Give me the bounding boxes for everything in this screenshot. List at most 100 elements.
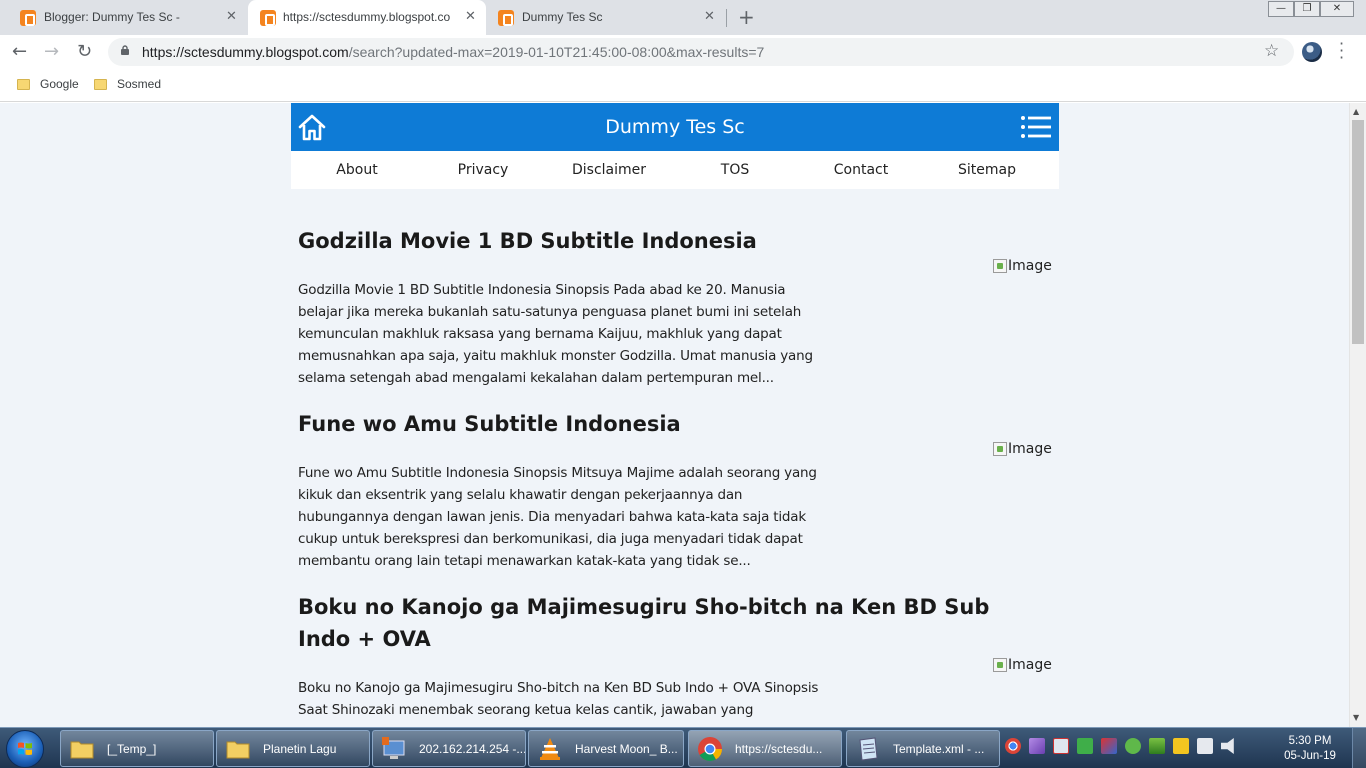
bookmark-google[interactable]: Google — [17, 77, 79, 91]
blog-header: Dummy Tes Sc — [291, 103, 1059, 151]
post-title[interactable]: Fune wo Amu Subtitle Indonesia — [298, 408, 1018, 440]
taskbar-item-notepad[interactable]: Template.xml - ... — [846, 730, 1000, 767]
lock-icon — [121, 45, 129, 55]
nav-privacy[interactable]: Privacy — [420, 151, 546, 189]
tools-tray-icon[interactable] — [1101, 738, 1117, 754]
tab-blogger[interactable]: Blogger: Dummy Tes Sc - ✕ — [0, 0, 246, 35]
address-bar[interactable]: https://sctesdummy.blogspot.com/search?u… — [108, 38, 1294, 66]
nav-tos[interactable]: TOS — [672, 151, 798, 189]
new-tab-button[interactable]: + — [738, 5, 755, 29]
nav-sitemap[interactable]: Sitemap — [924, 151, 1050, 189]
url-path: /search?updated-max=2019-01-10T21:45:00-… — [348, 44, 765, 60]
sync-tray-icon[interactable] — [1149, 738, 1165, 754]
taskbar-label: Template.xml - ... — [893, 741, 985, 756]
tab-title: Blogger: Dummy Tes Sc - — [44, 10, 180, 24]
tab-search-results[interactable]: https://sctesdummy.blogspot.co ✕ — [248, 0, 486, 35]
post-title[interactable]: Godzilla Movie 1 BD Subtitle Indonesia — [298, 225, 1018, 257]
post-snippet: Fune wo Amu Subtitle Indonesia Sinopsis … — [298, 465, 817, 569]
post: Godzilla Movie 1 BD Subtitle Indonesia I… — [298, 225, 1058, 389]
image-alt-text: Image — [1008, 258, 1052, 274]
broken-image-icon — [993, 442, 1007, 456]
scroll-down-icon[interactable]: ▼ — [1353, 713, 1359, 722]
profile-avatar[interactable] — [1302, 42, 1322, 62]
windows-logo-icon — [18, 742, 32, 755]
bookmark-label: Sosmed — [117, 77, 162, 91]
folder-icon — [226, 741, 250, 758]
url-text: https://sctesdummy.blogspot.com/search?u… — [142, 44, 764, 60]
image-alt-text: Image — [1008, 441, 1052, 457]
volume-icon[interactable] — [1221, 738, 1234, 754]
back-arrow-icon[interactable]: ← — [12, 41, 27, 62]
network-icon[interactable] — [1197, 738, 1213, 754]
show-desktop-button[interactable] — [1352, 728, 1366, 768]
post-snippet: Boku no Kanojo ga Majimesugiru Sho-bitch… — [298, 680, 819, 718]
forward-arrow-icon[interactable]: → — [44, 41, 59, 62]
taskbar-clock[interactable]: 5:30 PM 05-Jun-19 — [1280, 734, 1340, 764]
security-check-icon[interactable] — [1125, 738, 1141, 754]
tab-strip: Blogger: Dummy Tes Sc - ✕ https://sctesd… — [0, 0, 1366, 35]
taskbar-label: 202.162.214.254 -... — [419, 741, 525, 756]
taskbar-item-vlc[interactable]: Harvest Moon_ B... — [528, 730, 684, 767]
post-thumbnail[interactable]: Image — [993, 441, 1052, 457]
bookmark-sosmed[interactable]: Sosmed — [94, 77, 161, 91]
tab-title: https://sctesdummy.blogspot.co — [283, 10, 451, 24]
taskbar-label: Planetin Lagu — [263, 741, 337, 756]
post-snippet: Godzilla Movie 1 BD Subtitle Indonesia S… — [298, 282, 813, 386]
tab-title: Dummy Tes Sc — [522, 10, 603, 24]
tab-dummy-tes-sc[interactable]: Dummy Tes Sc ✕ — [488, 0, 726, 35]
broken-image-icon — [993, 658, 1007, 672]
taskbar-item-planetin-lagu[interactable]: Planetin Lagu — [216, 730, 370, 767]
bookmarks-bar: Google Sosmed — [0, 68, 1366, 102]
taskbar-label: https://sctesdu... — [735, 741, 823, 756]
windows-taskbar: [_Temp_] Planetin Lagu 202.162.214.254 -… — [0, 727, 1366, 768]
scroll-thumb[interactable] — [1352, 120, 1364, 344]
post: Fune wo Amu Subtitle Indonesia Image Fun… — [298, 408, 1058, 572]
close-icon[interactable]: ✕ — [465, 9, 476, 24]
page-viewport: Dummy Tes Sc About Privacy Disclaimer TO… — [0, 103, 1349, 727]
browser-toolbar: ← → ↻ https://sctesdummy.blogspot.com/se… — [0, 35, 1366, 68]
taskbar-label: Harvest Moon_ B... — [575, 741, 678, 756]
taskbar-item-remote[interactable]: 202.162.214.254 -... — [372, 730, 526, 767]
folder-icon — [17, 78, 30, 90]
restore-button[interactable]: ❐ — [1294, 1, 1320, 17]
nav-disclaimer[interactable]: Disclaimer — [546, 151, 672, 189]
notepad-icon — [859, 736, 878, 761]
start-button[interactable] — [6, 730, 44, 768]
folder-icon — [70, 741, 94, 758]
system-tray — [1005, 738, 1245, 754]
chrome-icon — [698, 736, 722, 761]
chrome-tray-icon[interactable] — [1005, 738, 1021, 754]
shield-icon[interactable] — [1173, 738, 1189, 754]
post-thumbnail[interactable]: Image — [993, 258, 1052, 274]
kebab-menu-icon[interactable]: · · · — [1339, 36, 1344, 66]
reload-icon[interactable]: ↻ — [77, 41, 92, 62]
post-thumbnail[interactable]: Image — [993, 657, 1052, 673]
minimize-button[interactable]: — — [1268, 1, 1294, 17]
remote-desktop-icon — [382, 736, 405, 759]
vertical-scrollbar[interactable]: ▲ ▼ — [1349, 103, 1366, 727]
blog-title[interactable]: Dummy Tes Sc — [291, 116, 1059, 138]
url-host: https://sctesdummy.blogspot.com — [142, 44, 349, 60]
bookmark-label: Google — [40, 77, 79, 91]
blogger-icon — [498, 10, 514, 26]
nav-about[interactable]: About — [294, 151, 420, 189]
taskbar-item-chrome[interactable]: https://sctesdu... — [688, 730, 842, 767]
clock-date: 05-Jun-19 — [1284, 750, 1336, 762]
pen-tray-icon[interactable] — [1029, 738, 1045, 754]
blogger-icon — [20, 10, 36, 26]
blogger-icon — [260, 10, 276, 26]
post: Boku no Kanojo ga Majimesugiru Sho-bitch… — [298, 591, 1058, 721]
bookmark-star-icon[interactable]: ☆ — [1264, 41, 1279, 61]
clock-time: 5:30 PM — [1288, 735, 1332, 747]
post-title[interactable]: Boku no Kanojo ga Majimesugiru Sho-bitch… — [298, 591, 1018, 655]
hamburger-menu-icon[interactable] — [1021, 116, 1051, 138]
tab-divider — [726, 9, 727, 27]
task-manager-icon[interactable] — [1077, 738, 1093, 754]
scroll-up-icon[interactable]: ▲ — [1353, 107, 1359, 116]
close-window-button[interactable]: ✕ — [1320, 1, 1354, 17]
nav-contact[interactable]: Contact — [798, 151, 924, 189]
close-icon[interactable]: ✕ — [704, 9, 715, 24]
taskbar-item-temp[interactable]: [_Temp_] — [60, 730, 214, 767]
close-icon[interactable]: ✕ — [226, 9, 237, 24]
network-error-icon[interactable] — [1053, 738, 1069, 754]
